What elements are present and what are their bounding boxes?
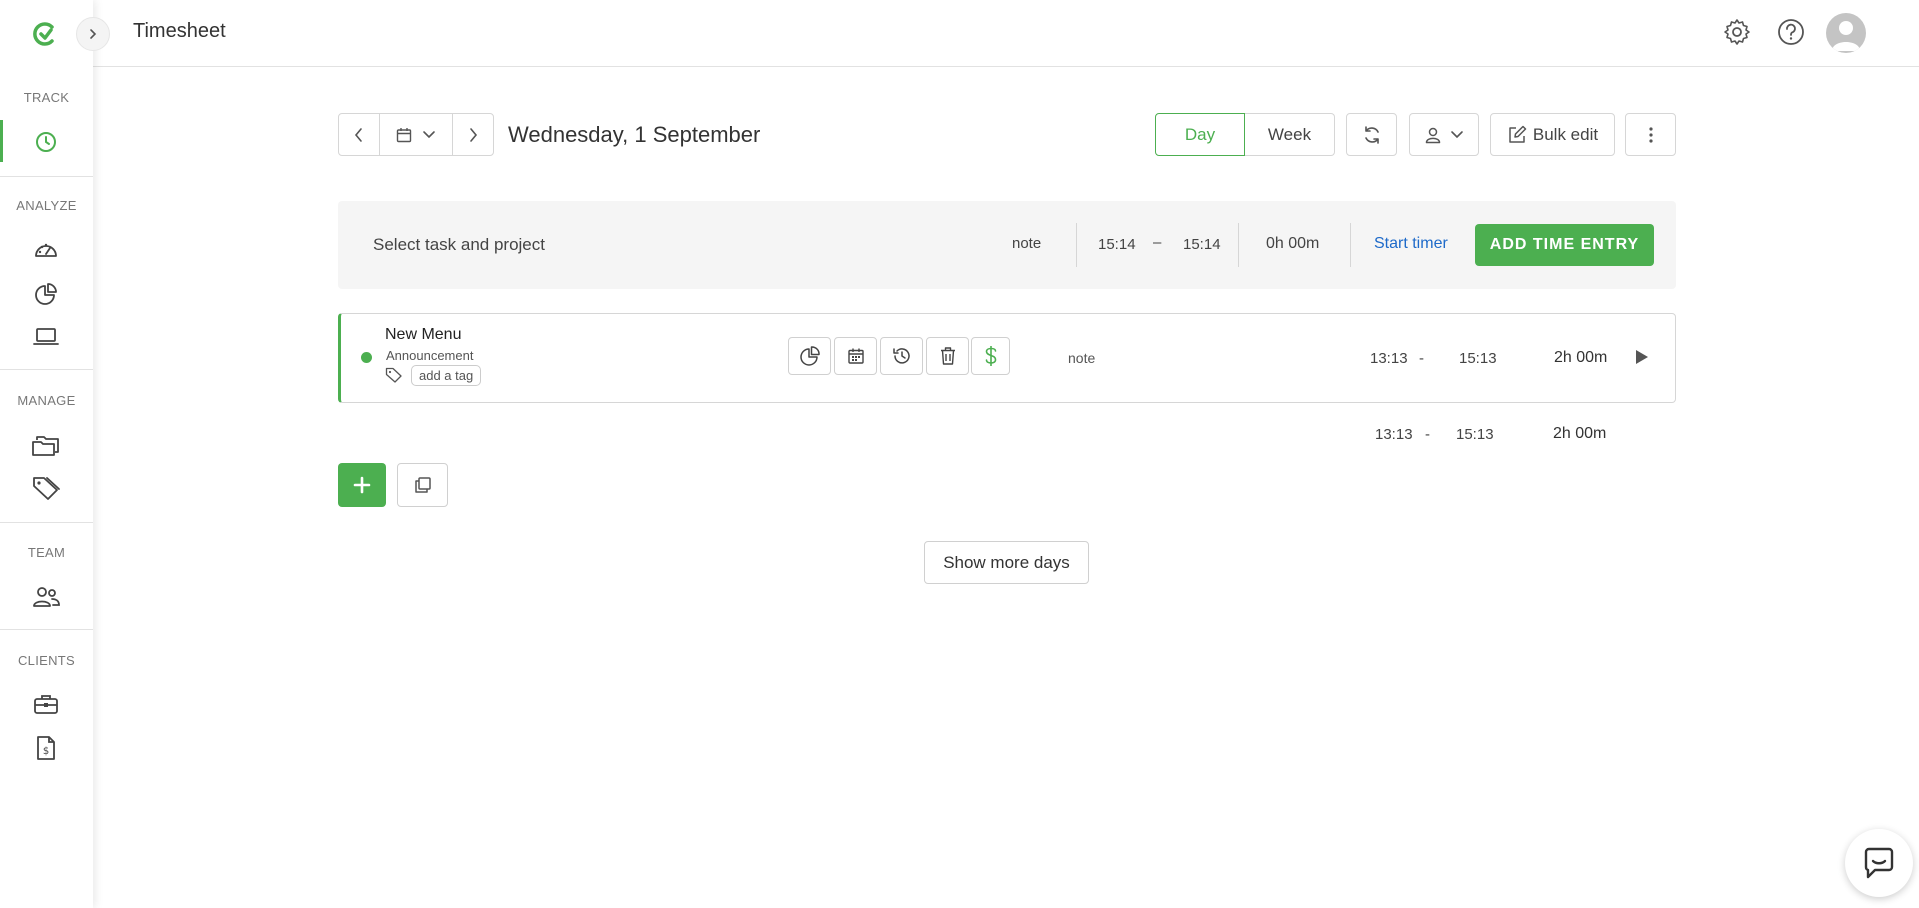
clockify-logo-icon[interactable] <box>30 18 62 50</box>
time-range-dash: – <box>1153 234 1162 251</box>
user-filter-button[interactable] <box>1409 113 1479 156</box>
tag-icon <box>385 367 402 383</box>
tab-week[interactable]: Week <box>1245 113 1335 156</box>
calendar-icon <box>396 127 412 142</box>
top-bar: Timesheet <box>93 0 1919 67</box>
view-toggle: Day Week <box>1155 113 1335 156</box>
section-label-track: TRACK <box>23 90 70 105</box>
project-color-dot <box>361 352 372 363</box>
entry-start-time[interactable]: 13:13 <box>1370 350 1408 367</box>
calendar-icon <box>847 348 864 364</box>
day-summary-start: 13:13 <box>1375 426 1413 443</box>
chevron-right-icon <box>90 29 97 39</box>
show-more-days-button[interactable]: Show more days <box>924 541 1089 584</box>
divider <box>1350 223 1351 267</box>
divider <box>0 522 93 523</box>
history-icon <box>892 348 910 364</box>
task-project-input[interactable]: Select task and project <box>373 235 545 255</box>
trash-icon <box>940 347 955 365</box>
divider <box>1238 223 1239 267</box>
timer-end-input[interactable]: 15:14 <box>1183 236 1221 253</box>
day-summary-end: 15:13 <box>1456 426 1494 443</box>
time-range-dash: - <box>1425 426 1430 443</box>
play-icon[interactable] <box>1631 347 1651 367</box>
divider <box>0 629 93 630</box>
refresh-button[interactable] <box>1346 113 1397 156</box>
dollar-icon <box>985 346 996 366</box>
kebab-menu-icon <box>1648 126 1653 143</box>
section-label-manage: MANAGE <box>17 393 76 408</box>
section-label-team: TEAM <box>27 545 66 560</box>
people-icon[interactable] <box>30 581 62 613</box>
copy-entries-button[interactable] <box>397 463 448 507</box>
timer-bar: Select task and project note 15:14 – 15:… <box>338 201 1676 289</box>
reports-pie-icon[interactable] <box>30 278 62 310</box>
copy-icon <box>414 477 431 493</box>
timer-note-field[interactable]: note <box>1012 235 1041 252</box>
pie-chart-icon <box>799 346 820 366</box>
date-picker-button[interactable] <box>380 114 453 155</box>
sidebar: TRACK ANALYZE MANAGE TEAM CLIENTS $ <box>0 0 93 908</box>
more-options-button[interactable] <box>1625 113 1676 156</box>
tags-icon[interactable] <box>30 472 62 504</box>
entry-end-time[interactable]: 15:13 <box>1459 350 1497 367</box>
start-timer-link[interactable]: Start timer <box>1374 235 1448 253</box>
user-avatar[interactable] <box>1826 13 1866 53</box>
briefcase-icon[interactable] <box>30 688 62 720</box>
current-date-label: Wednesday, 1 September <box>508 122 761 147</box>
chevron-right-icon <box>470 127 478 142</box>
timer-duration-input[interactable]: 0h 00m <box>1266 235 1319 253</box>
settings-gear-icon[interactable] <box>1720 15 1754 49</box>
bulk-edit-button[interactable]: Bulk edit <box>1490 113 1615 156</box>
next-day-button[interactable] <box>453 114 493 155</box>
user-icon <box>1425 127 1441 143</box>
time-entry-row: New Menu Announcement add a tag note 13:… <box>338 313 1676 403</box>
entry-note[interactable]: note <box>1068 350 1095 366</box>
timer-start-input[interactable]: 15:14 <box>1098 236 1136 253</box>
divider <box>0 369 93 370</box>
entry-billable-button[interactable] <box>971 337 1010 375</box>
support-chat-button[interactable] <box>1845 829 1913 897</box>
page-title: Timesheet <box>133 20 226 42</box>
invoice-icon[interactable]: $ <box>30 732 62 764</box>
active-indicator <box>0 120 3 162</box>
folder-icon[interactable] <box>30 429 62 461</box>
entry-report-button[interactable] <box>788 337 831 375</box>
chat-bubble-icon <box>1864 847 1894 879</box>
day-summary-duration: 2h 00m <box>1553 425 1607 442</box>
divider <box>0 176 93 177</box>
sidebar-toggle-button[interactable] <box>76 17 110 51</box>
dashboard-icon[interactable] <box>30 234 62 266</box>
prev-day-button[interactable] <box>339 114 380 155</box>
add-time-entry-button[interactable]: ADD TIME ENTRY <box>1475 224 1654 266</box>
entry-duration[interactable]: 2h 00m <box>1554 349 1607 367</box>
add-tag-button[interactable]: add a tag <box>411 365 482 386</box>
chevron-down-icon <box>423 130 435 138</box>
section-label-clients: CLIENTS <box>17 653 75 668</box>
entry-delete-button[interactable] <box>926 337 969 375</box>
date-navigator <box>338 113 494 156</box>
tab-day[interactable]: Day <box>1155 113 1245 156</box>
laptop-icon[interactable] <box>30 321 62 353</box>
entry-history-button[interactable] <box>880 337 923 375</box>
chevron-down-icon <box>1451 130 1463 138</box>
plus-icon <box>353 476 371 494</box>
time-range-dash: - <box>1419 350 1424 367</box>
clock-icon[interactable] <box>30 126 62 158</box>
entry-project[interactable]: Announcement <box>386 348 473 363</box>
section-label-analyze: ANALYZE <box>16 198 77 213</box>
help-icon[interactable] <box>1774 15 1808 49</box>
add-entry-plus-button[interactable] <box>338 463 386 507</box>
entry-description[interactable]: New Menu <box>385 326 461 344</box>
entry-date-button[interactable] <box>834 337 877 375</box>
edit-icon <box>1509 125 1527 143</box>
refresh-icon <box>1364 125 1379 144</box>
svg-text:$: $ <box>43 746 49 757</box>
bulk-edit-label: Bulk edit <box>1532 124 1599 144</box>
divider <box>1076 223 1077 267</box>
chevron-left-icon <box>354 127 362 142</box>
